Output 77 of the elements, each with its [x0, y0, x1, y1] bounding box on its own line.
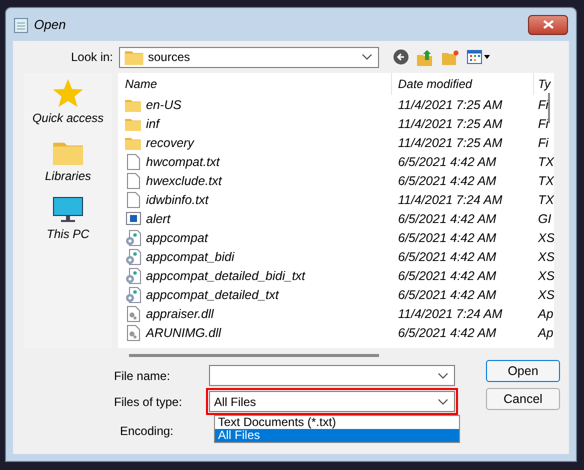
column-header[interactable]: Name: [118, 73, 391, 95]
date-cell-text: 11/4/2021 7:25 AM: [397, 116, 504, 130]
gear-file-icon: [125, 268, 141, 284]
new-folder-icon[interactable]: [442, 50, 459, 64]
file-name[interactable]: ARUNIMG.dll: [146, 326, 222, 340]
type-cell-text: Fi: [537, 116, 550, 130]
star-icon: [52, 79, 83, 107]
date-cell-text: 6/5/2021 4:42 AM: [397, 250, 498, 264]
date-cell-text: 6/5/2021 4:42 AM: [397, 212, 498, 226]
date-cell-text: 6/5/2021 4:42 AM: [397, 268, 498, 282]
type-cell-text: Fi: [537, 98, 550, 112]
folder-icon: [125, 136, 141, 150]
document-icon: [126, 172, 140, 188]
file-name[interactable]: recovery: [146, 136, 194, 150]
file-name[interactable]: idwbinfo.txt: [146, 192, 209, 206]
gear-file-icon: [125, 230, 141, 246]
file-name[interactable]: hwexclude.txt: [146, 174, 222, 188]
close-icon: [542, 20, 554, 29]
place-item[interactable]: Libraries: [44, 139, 92, 183]
back-icon[interactable]: [393, 49, 409, 65]
monitor-icon: [53, 197, 83, 223]
look-in-label: Look in:: [70, 50, 114, 64]
scrollbar-thumb[interactable]: [548, 93, 550, 123]
type-cell-text: Ap: [536, 306, 554, 320]
file-name[interactable]: appraiser.dll: [146, 306, 214, 320]
image-file-icon: [126, 212, 140, 225]
date-cell-text: 11/4/2021 7:25 AM: [397, 136, 504, 150]
view-menu-icon[interactable]: [467, 50, 491, 64]
encoding-label: Encoding:: [120, 424, 174, 438]
dropdown-option[interactable]: All Files: [215, 429, 459, 442]
dropdown-option[interactable]: Text Documents (*.txt): [215, 416, 459, 429]
dialog-button[interactable]: Open: [486, 360, 560, 382]
date-cell-text: 6/5/2021 4:42 AM: [397, 326, 498, 340]
type-cell-text: TX: [537, 192, 554, 206]
document-icon: [126, 154, 140, 170]
place-item[interactable]: Quick access: [32, 79, 104, 125]
date-cell-text: 6/5/2021 4:42 AM: [397, 154, 498, 168]
file-name[interactable]: en-US: [146, 98, 182, 112]
file-name[interactable]: inf: [146, 116, 160, 130]
gear-file-icon: [125, 248, 141, 264]
scrollbar-thumb[interactable]: [129, 354, 379, 357]
dialog-button[interactable]: Cancel: [486, 388, 560, 410]
file-name-field[interactable]: [209, 365, 455, 386]
look-in-dropdown[interactable]: sources: [119, 46, 379, 68]
folder-icon: [125, 116, 141, 130]
file-name[interactable]: appcompat: [146, 230, 208, 244]
file-name[interactable]: hwcompat.txt: [146, 154, 220, 168]
type-cell-text: Fi: [537, 136, 550, 150]
file-name[interactable]: appcompat_bidi: [146, 250, 234, 264]
file-type-label: Files of type:: [114, 394, 184, 408]
file-name[interactable]: alert: [146, 212, 170, 226]
type-cell-text: Ap: [536, 326, 554, 340]
date-cell-text: 6/5/2021 4:42 AM: [397, 288, 498, 302]
date-cell-text: 11/4/2021 7:24 AM: [397, 306, 504, 320]
type-cell-text: GI: [537, 212, 552, 226]
place-item[interactable]: This PC: [46, 197, 90, 241]
type-cell-text: TX: [537, 154, 554, 168]
file-name[interactable]: appcompat_detailed_txt: [146, 288, 279, 302]
gear-file-icon: [126, 306, 140, 322]
file-name[interactable]: appcompat_detailed_bidi_txt: [146, 268, 306, 282]
type-cell-text: TX: [537, 174, 554, 188]
date-cell-text: 11/4/2021 7:24 AM: [397, 192, 504, 206]
gear-file-icon: [126, 324, 140, 340]
close-button[interactable]: [528, 14, 568, 34]
date-cell-text: 6/5/2021 4:42 AM: [397, 230, 498, 244]
date-cell-text: 6/5/2021 4:42 AM: [397, 174, 498, 188]
up-folder-icon[interactable]: [417, 48, 434, 66]
notepad-icon: [14, 16, 28, 32]
file-type-dropdown[interactable]: All Files: [209, 391, 455, 412]
folder-icon: [124, 49, 144, 65]
window-title: Open: [34, 17, 66, 32]
column-header[interactable]: Date modified: [391, 73, 533, 95]
gear-file-icon: [125, 286, 141, 302]
file-name-label: File name:: [114, 368, 172, 382]
date-cell-text: 11/4/2021 7:25 AM: [397, 98, 504, 112]
folder-icon: [125, 98, 141, 112]
document-icon: [126, 192, 140, 208]
